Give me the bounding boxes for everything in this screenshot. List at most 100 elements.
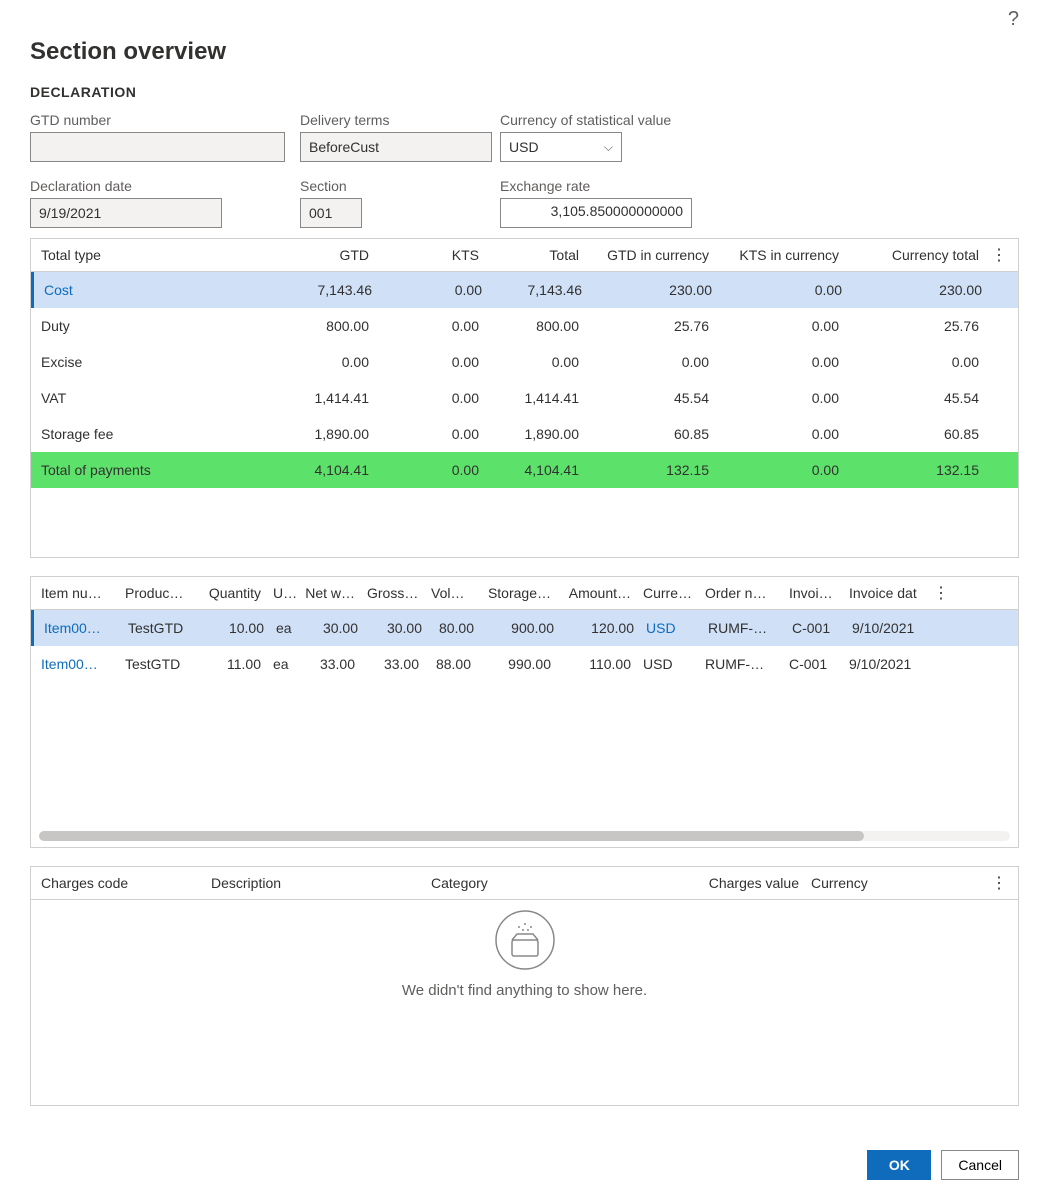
table-row[interactable]: Duty800.000.00800.0025.760.0025.76 — [31, 308, 1018, 344]
cell: 1,414.41 — [245, 384, 375, 412]
cell: 60.85 — [585, 420, 715, 448]
items-scrollbar-thumb[interactable] — [39, 831, 864, 841]
delivery-terms-label: Delivery terms — [300, 112, 484, 128]
cell: RUMF-… — [699, 650, 783, 678]
cell: TestGTD — [122, 614, 200, 642]
table-row[interactable]: VAT1,414.410.001,414.4145.540.0045.54 — [31, 380, 1018, 416]
col-storage[interactable]: Storage… — [477, 577, 557, 609]
charges-grid-menu-icon[interactable] — [985, 867, 1005, 899]
cell: 0.00 — [715, 384, 845, 412]
col-item-number[interactable]: Item nu… — [35, 577, 119, 609]
chevron-down-icon: ⌵ — [604, 140, 613, 155]
col-currency-total[interactable]: Currency total — [845, 239, 985, 271]
table-row[interactable]: Item00…TestGTD10.00ea30.0030.0080.00900.… — [31, 610, 1018, 646]
cell: Item00… — [35, 650, 119, 678]
col-total[interactable]: Total — [485, 239, 585, 271]
col-gross-weight[interactable]: Gross … — [361, 577, 425, 609]
empty-box-icon — [495, 910, 555, 970]
cell: 25.76 — [585, 312, 715, 340]
col-net-weight[interactable]: Net w… — [299, 577, 361, 609]
col-charges-currency[interactable]: Currency — [805, 867, 985, 899]
col-invoice-date[interactable]: Invoice dat — [843, 577, 927, 609]
table-row[interactable]: Item00…TestGTD11.00ea33.0033.0088.00990.… — [31, 646, 1018, 682]
cell: 0.00 — [718, 276, 848, 304]
table-row[interactable]: Cost7,143.460.007,143.46230.000.00230.00 — [31, 272, 1018, 308]
section-field[interactable]: 001 — [300, 198, 362, 228]
cell: 0.00 — [375, 348, 485, 376]
cell: 1,890.00 — [245, 420, 375, 448]
charges-empty-state: We didn't find anything to show here. — [31, 900, 1018, 999]
col-volume[interactable]: Volu… — [425, 577, 477, 609]
cell: 132.15 — [585, 456, 715, 484]
col-total-type[interactable]: Total type — [35, 239, 245, 271]
col-gtd-currency[interactable]: GTD in currency — [585, 239, 715, 271]
gtd-number-label: GTD number — [30, 112, 284, 128]
cell: 0.00 — [375, 456, 485, 484]
cell: 800.00 — [485, 312, 585, 340]
cell: 0.00 — [485, 348, 585, 376]
cell: 45.54 — [845, 384, 985, 412]
cell: 0.00 — [715, 456, 845, 484]
gtd-number-field[interactable] — [30, 132, 285, 162]
col-product[interactable]: Produc… — [119, 577, 197, 609]
cell: 0.00 — [375, 420, 485, 448]
col-amount[interactable]: Amount… — [557, 577, 637, 609]
cell: 88.00 — [425, 650, 477, 678]
cell — [985, 320, 1005, 332]
col-gtd[interactable]: GTD — [245, 239, 375, 271]
ok-button[interactable]: OK — [867, 1150, 931, 1180]
delivery-terms-field[interactable]: BeforeCust — [300, 132, 492, 162]
cell: Item00… — [38, 614, 122, 642]
table-row[interactable]: Excise0.000.000.000.000.000.00 — [31, 344, 1018, 380]
cell: 7,143.46 — [248, 276, 378, 304]
currency-stat-label: Currency of statistical value — [500, 112, 1003, 128]
col-unit[interactable]: U… — [267, 577, 299, 609]
totals-grid-menu-icon[interactable] — [985, 239, 1005, 271]
charges-grid: Charges code Description Category Charge… — [30, 866, 1019, 1106]
col-description[interactable]: Description — [205, 867, 425, 899]
cell: 7,143.46 — [488, 276, 588, 304]
items-grid-menu-icon[interactable] — [927, 577, 943, 609]
col-category[interactable]: Category — [425, 867, 675, 899]
exchange-rate-field[interactable]: 3,105.850000000000 — [500, 198, 692, 228]
col-invoice[interactable]: Invoi… — [783, 577, 843, 609]
cancel-button[interactable]: Cancel — [941, 1150, 1019, 1180]
table-row[interactable]: Total of payments4,104.410.004,104.41132… — [31, 452, 1018, 488]
col-kts-currency[interactable]: KTS in currency — [715, 239, 845, 271]
section-field-label: Section — [300, 178, 484, 194]
cell: 0.00 — [715, 420, 845, 448]
items-grid: Item nu… Produc… Quantity U… Net w… Gros… — [30, 576, 1019, 848]
cell: 230.00 — [848, 276, 988, 304]
table-row[interactable]: Storage fee1,890.000.001,890.0060.850.00… — [31, 416, 1018, 452]
charges-grid-header: Charges code Description Category Charge… — [31, 867, 1018, 900]
col-kts[interactable]: KTS — [375, 239, 485, 271]
cell: C-001 — [783, 650, 843, 678]
cell: Excise — [35, 348, 245, 376]
cell: 132.15 — [845, 456, 985, 484]
cell: 33.00 — [361, 650, 425, 678]
items-grid-header: Item nu… Produc… Quantity U… Net w… Gros… — [31, 577, 1018, 610]
cell: 230.00 — [588, 276, 718, 304]
cell: 0.00 — [585, 348, 715, 376]
col-currency[interactable]: Curre… — [637, 577, 699, 609]
col-order-number[interactable]: Order n… — [699, 577, 783, 609]
cell — [985, 464, 1005, 476]
cell: 0.00 — [375, 384, 485, 412]
section-heading: DECLARATION — [30, 84, 1019, 100]
declaration-date-field[interactable]: 9/19/2021 — [30, 198, 222, 228]
cell: 990.00 — [477, 650, 557, 678]
col-charges-value[interactable]: Charges value — [675, 867, 805, 899]
help-icon[interactable]: ? — [1008, 8, 1019, 31]
col-quantity[interactable]: Quantity — [197, 577, 267, 609]
currency-stat-select[interactable]: USD ⌵ — [500, 132, 622, 162]
cell: 30.00 — [364, 614, 428, 642]
items-scrollbar[interactable] — [39, 831, 1010, 841]
empty-message: We didn't find anything to show here. — [402, 982, 647, 999]
col-charges-code[interactable]: Charges code — [35, 867, 205, 899]
page-title: Section overview — [30, 38, 1019, 66]
cell: 25.76 — [845, 312, 985, 340]
cell: 4,104.41 — [485, 456, 585, 484]
cell: VAT — [35, 384, 245, 412]
cell: 0.00 — [378, 276, 488, 304]
cell — [988, 284, 1008, 296]
